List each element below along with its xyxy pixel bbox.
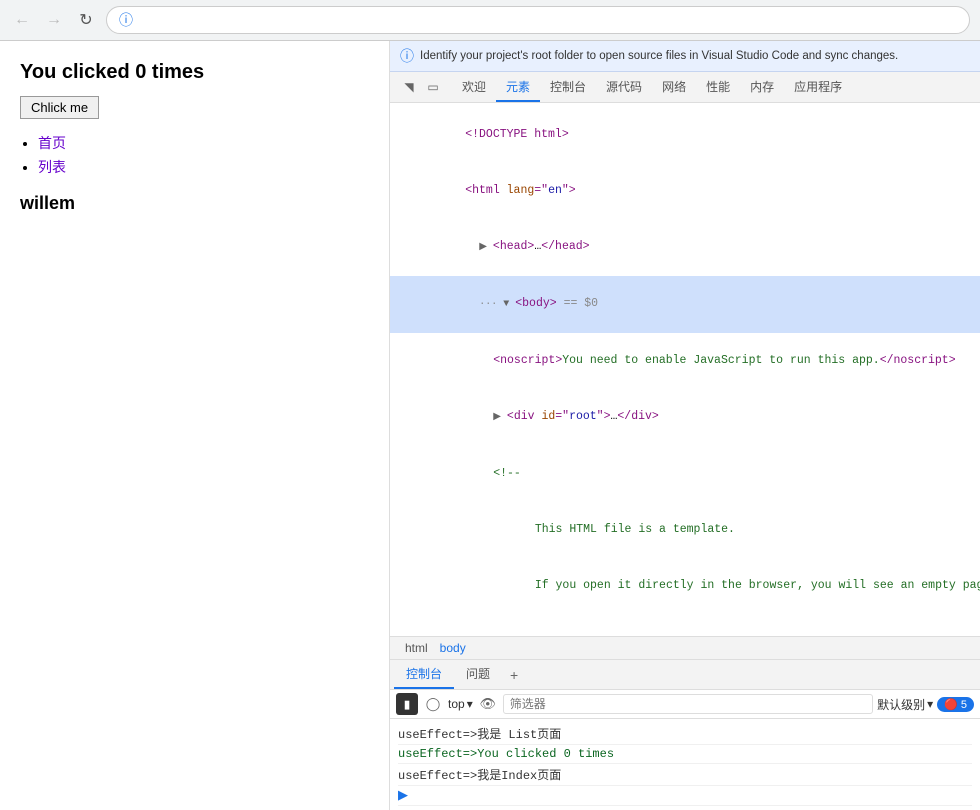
filter-input[interactable] [503, 694, 873, 714]
browser-toolbar: ← → ↻ ⓘ localhost:3000 [0, 0, 980, 40]
list-item: 首页 [38, 133, 369, 153]
console-prompt-icon: ▶ [398, 788, 408, 803]
count-badge: 🔴 5 [937, 697, 974, 712]
breadcrumb-bar: html body [390, 637, 980, 660]
author-name: willem [20, 193, 369, 214]
webpage-panel: You clicked 0 times Chlick me 首页 列表 will… [0, 41, 390, 810]
html-line-noscript[interactable]: <noscript>You need to enable JavaScript … [390, 333, 980, 389]
url-input[interactable]: localhost:3000 [139, 13, 957, 28]
console-output: useEffect=>我是 List页面 useEffect=>You clic… [390, 719, 980, 810]
devtools-panel: ⓘ Identify your project's root folder to… [390, 41, 980, 810]
console-text-2: useEffect=>我是Index页面 [398, 766, 561, 783]
top-select[interactable]: top ▾ [448, 697, 473, 711]
main-layout: You clicked 0 times Chlick me 首页 列表 will… [0, 41, 980, 810]
html-line-blank [390, 614, 980, 634]
info-bar: ⓘ Identify your project's root folder to… [390, 41, 980, 72]
html-line-comment-open: <!-- [390, 446, 980, 502]
webpage-nav: 首页 列表 [20, 133, 369, 177]
console-toolbar: ▮ ◯ top ▾ 👁 默认级别 ▾ 🔴 5 [390, 690, 980, 719]
tab-welcome[interactable]: 欢迎 [452, 73, 496, 102]
info-circle-icon: ⓘ [400, 46, 414, 66]
console-tab-issues[interactable]: 问题 [454, 660, 502, 689]
html-line-body[interactable]: ··· ▼ <body> == $0 [390, 276, 980, 333]
forward-button[interactable]: → [42, 8, 66, 32]
add-tab-button[interactable]: + [502, 662, 526, 688]
console-tabs: 控制台 问题 + [390, 660, 980, 690]
console-text-0: useEffect=>我是 List页面 [398, 725, 561, 742]
console-line-2: useEffect=>我是Index页面 [398, 764, 972, 786]
tab-console[interactable]: 控制台 [540, 73, 596, 102]
devtools-tabs: ◥ ▭ 欢迎 元素 控制台 源代码 网络 性能 内存 应用程序 [390, 72, 980, 103]
eye-icon[interactable]: 👁 [477, 693, 499, 715]
html-line-head[interactable]: ▶ <head>…</head> [390, 219, 980, 276]
top-dropdown-icon: ▾ [467, 697, 473, 711]
page-title: You clicked 0 times [20, 61, 369, 84]
tab-memory[interactable]: 内存 [740, 73, 784, 102]
tab-network[interactable]: 网络 [652, 73, 696, 102]
console-tab-console[interactable]: 控制台 [394, 660, 454, 689]
device-icon[interactable]: ▭ [422, 76, 444, 98]
html-line-comment-1: This HTML file is a template. [390, 502, 980, 558]
html-line-div-root[interactable]: ▶ <div id="root">…</div> [390, 389, 980, 446]
level-label: 默认级别 [877, 696, 925, 713]
browser-chrome: ← → ↻ ⓘ localhost:3000 [0, 0, 980, 41]
tab-elements[interactable]: 元素 [496, 73, 540, 102]
block-console-button[interactable]: ▮ [396, 693, 418, 715]
html-line-doctype: <!DOCTYPE html> [390, 107, 980, 163]
html-line-comment-2: If you open it directly in the browser, … [390, 558, 980, 614]
list-item: 列表 [38, 157, 369, 177]
elements-panel: <!DOCTYPE html> <html lang="en"> ▶ <head… [390, 103, 980, 636]
level-dropdown-icon: ▾ [927, 697, 933, 711]
clear-console-button[interactable]: ◯ [422, 693, 444, 715]
click-me-button[interactable]: Chlick me [20, 96, 99, 119]
nav-link-list[interactable]: 列表 [38, 159, 66, 175]
console-prompt-line[interactable]: ▶ [398, 786, 972, 806]
html-line-html[interactable]: <html lang="en"> [390, 163, 980, 219]
inspect-icon[interactable]: ◥ [398, 76, 420, 98]
back-button[interactable]: ← [10, 8, 34, 32]
breadcrumb-html[interactable]: html [400, 640, 433, 656]
nav-link-home[interactable]: 首页 [38, 135, 66, 151]
info-bar-text: Identify your project's root folder to o… [420, 50, 898, 62]
top-label: top [448, 697, 465, 711]
address-bar: ⓘ localhost:3000 [106, 6, 970, 34]
reload-button[interactable]: ↻ [74, 8, 98, 32]
tab-sources[interactable]: 源代码 [596, 73, 652, 102]
console-line-0: useEffect=>我是 List页面 [398, 723, 972, 745]
console-text-1: useEffect=>You clicked 0 times [398, 747, 614, 761]
tab-performance[interactable]: 性能 [696, 73, 740, 102]
console-line-1: useEffect=>You clicked 0 times [398, 745, 972, 764]
breadcrumb-body[interactable]: body [435, 640, 471, 656]
bottom-section: html body 控制台 问题 + ▮ ◯ top ▾ 👁 默认 [390, 636, 980, 810]
devtools-tab-icons: ◥ ▭ [394, 72, 448, 102]
tab-application[interactable]: 应用程序 [784, 73, 852, 102]
level-select[interactable]: 默认级别 ▾ [877, 696, 933, 713]
info-icon: ⓘ [119, 10, 133, 30]
